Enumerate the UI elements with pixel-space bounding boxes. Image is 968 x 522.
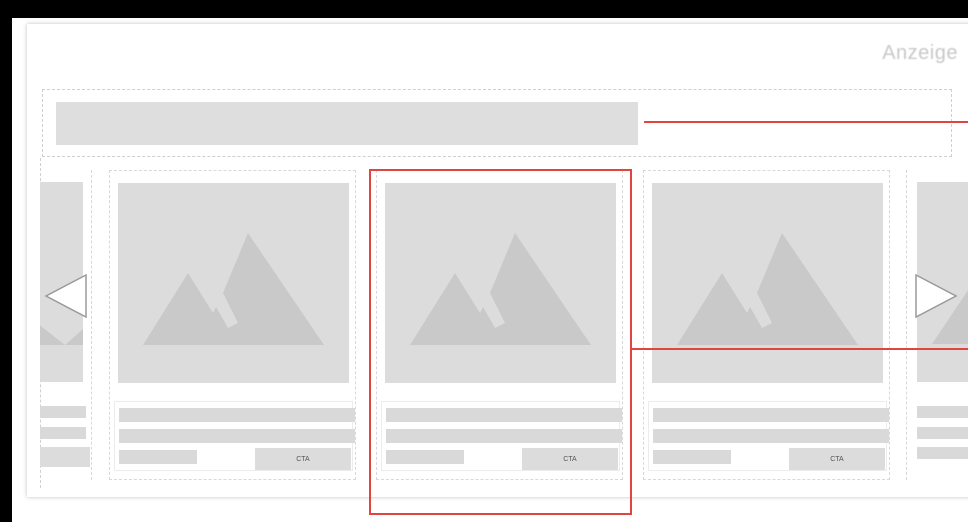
card-highlight bbox=[369, 169, 632, 515]
text-line bbox=[653, 408, 889, 422]
text-line bbox=[653, 429, 889, 443]
text-line bbox=[119, 450, 197, 464]
card-text-area: CTA bbox=[114, 401, 355, 471]
cta-button[interactable] bbox=[40, 447, 90, 467]
text-line bbox=[119, 408, 355, 422]
partial-card-left bbox=[40, 170, 92, 480]
text-line bbox=[653, 450, 731, 464]
text-line bbox=[917, 427, 968, 439]
cta-button[interactable]: CTA bbox=[255, 448, 351, 470]
carousel-card[interactable]: CTA bbox=[109, 170, 356, 480]
image-placeholder-icon bbox=[652, 183, 883, 383]
text-line bbox=[917, 406, 968, 418]
card-text-area: CTA bbox=[648, 401, 889, 471]
prev-arrow-icon[interactable] bbox=[44, 273, 88, 319]
headline-callout-line bbox=[644, 121, 968, 123]
image-placeholder-icon bbox=[118, 183, 349, 383]
text-line bbox=[40, 427, 86, 439]
cta-button[interactable]: CTA bbox=[789, 448, 885, 470]
next-arrow-icon[interactable] bbox=[914, 273, 958, 319]
text-line bbox=[40, 406, 86, 418]
partial-card-right bbox=[906, 170, 968, 480]
headline-placeholder bbox=[56, 102, 638, 145]
ad-label: Anzeige bbox=[882, 42, 958, 64]
card-callout-line bbox=[632, 348, 968, 350]
text-line bbox=[119, 429, 355, 443]
text-line bbox=[917, 447, 968, 459]
carousel-card[interactable]: CTA bbox=[643, 170, 890, 480]
